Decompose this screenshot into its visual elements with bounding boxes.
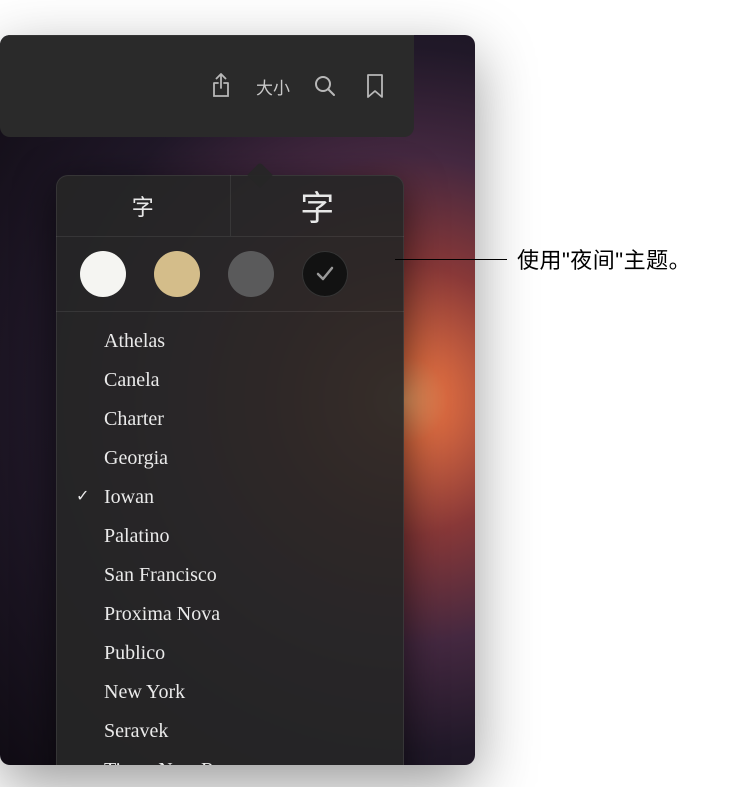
theme-sepia[interactable] <box>154 251 200 297</box>
checkmark-icon <box>315 264 335 284</box>
font-item-label: New York <box>104 677 185 708</box>
font-item-label: San Francisco <box>104 560 217 591</box>
search-icon <box>313 74 337 98</box>
share-button[interactable] <box>200 65 242 107</box>
font-item[interactable]: Seravek <box>56 712 404 751</box>
bookmark-icon <box>366 73 384 99</box>
font-item[interactable]: Canela <box>56 361 404 400</box>
theme-white[interactable] <box>80 251 126 297</box>
font-item-label: Publico <box>104 638 165 669</box>
search-button[interactable] <box>304 65 346 107</box>
font-item-label: Seravek <box>104 716 168 747</box>
font-item-label: Proxima Nova <box>104 599 220 630</box>
app-toolbar: 大小 <box>0 35 414 137</box>
font-item-label: Georgia <box>104 443 168 474</box>
font-item-label: Palatino <box>104 521 170 552</box>
font-item-label: Iowan <box>104 482 154 513</box>
font-item[interactable]: Times New Roman <box>56 751 404 765</box>
font-item-label: Times New Roman <box>104 755 259 765</box>
font-item[interactable]: Charter <box>56 400 404 439</box>
font-list: AthelasCanelaCharterGeorgia✓IowanPalatin… <box>56 312 404 765</box>
bookmark-button[interactable] <box>354 65 396 107</box>
theme-gray[interactable] <box>228 251 274 297</box>
decrease-font-size-button[interactable]: 字 <box>56 175 231 236</box>
appearance-button[interactable]: 大小 <box>250 74 296 99</box>
font-item[interactable]: Palatino <box>56 517 404 556</box>
callout-leader-line <box>395 259 507 260</box>
font-item[interactable]: Proxima Nova <box>56 595 404 634</box>
increase-font-size-button[interactable]: 字 <box>231 175 405 236</box>
font-item[interactable]: Georgia <box>56 439 404 478</box>
font-item-label: Athelas <box>104 326 165 357</box>
font-item-label: Canela <box>104 365 160 396</box>
font-item[interactable]: San Francisco <box>56 556 404 595</box>
font-item[interactable]: Athelas <box>56 322 404 361</box>
share-icon <box>210 73 232 99</box>
font-size-row: 字 字 <box>56 175 404 237</box>
font-item[interactable]: Publico <box>56 634 404 673</box>
theme-row <box>56 237 404 312</box>
font-item-label: Charter <box>104 404 164 435</box>
annotation-callout: 使用"夜间"主题。 <box>395 243 691 275</box>
callout-text: 使用"夜间"主题。 <box>517 243 691 275</box>
font-item[interactable]: New York <box>56 673 404 712</box>
appearance-popover: 字 字 AthelasCanelaCharterGeorgia✓IowanPal… <box>56 175 404 765</box>
font-item[interactable]: ✓Iowan <box>56 478 404 517</box>
theme-night[interactable] <box>302 251 348 297</box>
window-background: 大小 字 字 AthelasCane <box>0 35 475 765</box>
font-item-checkmark: ✓ <box>76 485 104 510</box>
